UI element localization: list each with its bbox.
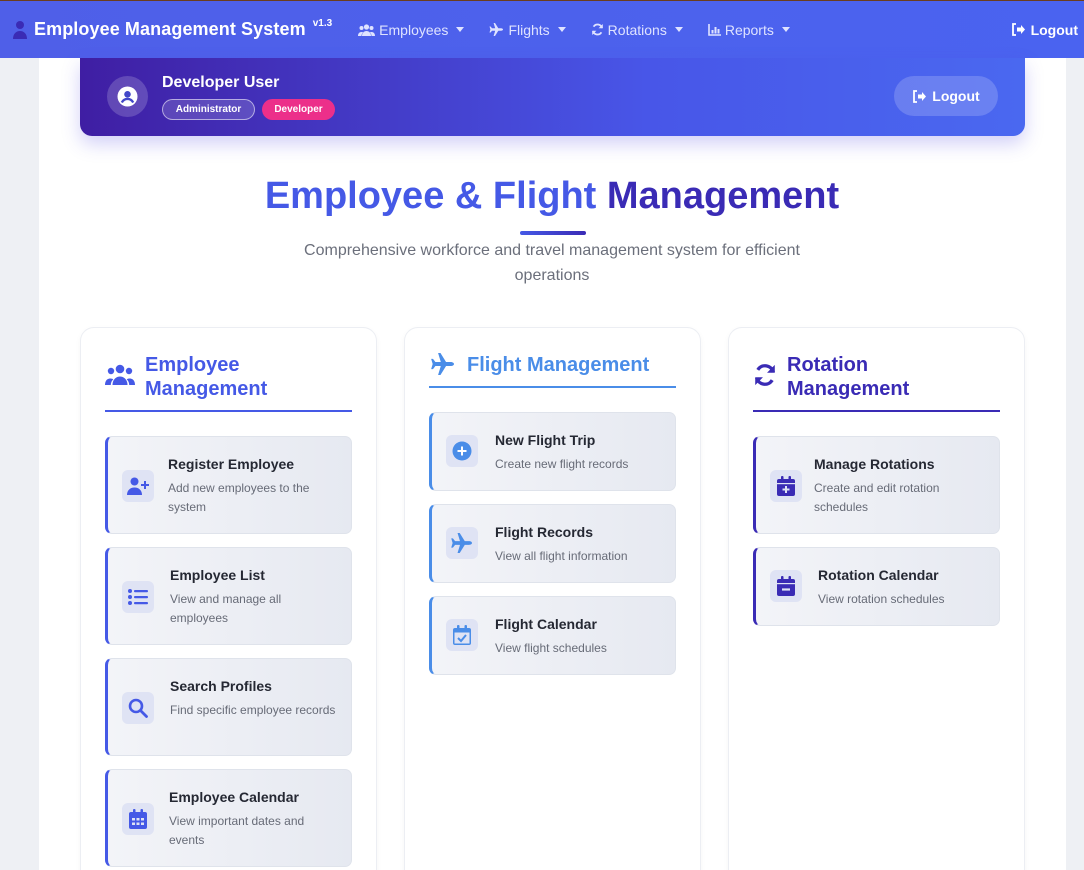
employee-management-card: Employee Management Register Employee Ad… [80,327,377,870]
banner-logout-label: Logout [932,88,980,104]
icon-box [122,581,154,613]
rotation-management-title: Rotation Management [787,354,910,400]
page-title: Employee & Flight Management [0,175,1084,218]
calendar-plus-icon [777,476,795,496]
item-description: Add new employees to the system [168,481,310,514]
list-icon [128,589,148,605]
nav-employees[interactable]: Employees [358,21,465,38]
item-description: View flight schedules [495,641,607,655]
item-title: Employee List [170,567,265,583]
icon-box [770,570,802,602]
page-title-part3: Management [606,175,840,217]
title-underline [520,231,586,235]
icon-box [122,692,154,724]
chevron-down-icon [557,27,566,32]
flight-records-item[interactable]: Flight Records View all flight informati… [429,504,676,583]
page-title-part1: Employee [264,175,445,217]
page-title-amp: & [454,175,483,217]
employee-calendar-item[interactable]: Employee Calendar View important dates a… [105,769,352,867]
user-name: Developer User [162,74,280,91]
user-circle-icon [117,86,138,107]
plane-icon [451,533,472,553]
item-description: View rotation schedules [818,592,945,606]
nav-employees-label: Employees [379,21,449,38]
nav-rotations-label: Rotations [607,21,667,38]
navbar-logout-label: Logout [1030,21,1078,38]
user-plus-icon [127,477,149,495]
icon-box [122,470,154,502]
icon-box [446,619,478,651]
sign-out-icon [1011,23,1025,36]
chevron-down-icon [674,27,683,32]
icon-box [122,803,154,835]
item-title: Employee Calendar [169,789,299,805]
new-flight-trip-item[interactable]: New Flight Trip Create new flight record… [429,412,676,491]
item-title: Flight Records [495,524,594,540]
icon-box [446,527,478,559]
employee-list-item[interactable]: Employee List View and manage all employ… [105,547,352,645]
role-badge-administrator: Administrator [162,99,255,120]
avatar [107,76,148,117]
calendar-check-icon [453,625,471,645]
item-description: View all flight information [495,549,628,563]
version-label: v1.3 [312,18,333,29]
item-title: Register Employee [168,456,295,472]
nav-reports-label: Reports [724,21,774,38]
brand[interactable]: Employee Management System v1.3 [12,18,333,40]
page-subtitle: Comprehensive workforce and travel manag… [304,242,800,284]
sync-icon [591,23,603,36]
users-icon [358,23,376,36]
item-description: View and manage all employees [170,592,282,625]
employee-management-header: Employee Management [105,353,352,412]
plane-icon [431,353,454,375]
role-badge-developer: Developer [262,99,335,120]
plane-icon [489,23,504,36]
item-description: Create new flight records [495,457,629,471]
item-title: Manage Rotations [814,456,935,472]
nav-rotations[interactable]: Rotations [591,22,683,38]
top-navbar: Employee Management System v1.3 Employee… [0,0,1084,58]
rotation-management-header: Rotation Management [753,353,1000,412]
icon-box [770,470,802,502]
flight-management-header: Flight Management [429,353,676,388]
page-title-part2: Flight [492,175,597,217]
rotation-calendar-item[interactable]: Rotation Calendar View rotation schedule… [753,547,1000,626]
brand-title: Employee Management System [34,19,306,39]
chart-icon [708,23,721,36]
manage-rotations-item[interactable]: Manage Rotations Create and edit rotatio… [753,436,1000,534]
calendar-icon [129,809,147,829]
navbar-logout-button[interactable]: Logout [1011,22,1078,38]
banner-logout-button[interactable]: Logout [894,76,998,116]
user-banner: Developer User Administrator Developer L… [80,58,1025,136]
user-tie-icon [13,20,27,39]
flight-management-title: Flight Management [467,354,650,376]
employee-management-title: Employee Management [145,354,268,400]
sync-icon [755,364,775,386]
item-description: Find specific employee records [170,703,336,717]
item-title: Rotation Calendar [818,567,939,583]
chevron-down-icon [781,27,790,32]
search-profiles-item[interactable]: Search Profiles Find specific employee r… [105,658,352,756]
item-title: Flight Calendar [495,616,597,632]
calendar-minus-icon [777,576,795,596]
nav-reports[interactable]: Reports [708,22,790,38]
search-icon [128,698,148,718]
chevron-down-icon [456,27,465,32]
rotation-management-card: Rotation Management Manage Rotations Cre… [728,327,1025,870]
users-icon [105,364,135,385]
item-description: View important dates and events [169,814,305,847]
flight-management-card: Flight Management New Flight Trip Create… [404,327,701,870]
nav-flights[interactable]: Flights [489,21,566,38]
nav-flights-label: Flights [508,21,550,38]
register-employee-item[interactable]: Register Employee Add new employees to t… [105,436,352,534]
item-title: Search Profiles [170,678,272,694]
sign-out-icon [913,89,927,103]
item-description: Create and edit rotation schedules [814,481,940,514]
flight-calendar-item[interactable]: Flight Calendar View flight schedules [429,596,676,675]
plus-circle-icon [452,441,472,461]
item-title: New Flight Trip [495,432,596,448]
icon-box [446,435,478,467]
